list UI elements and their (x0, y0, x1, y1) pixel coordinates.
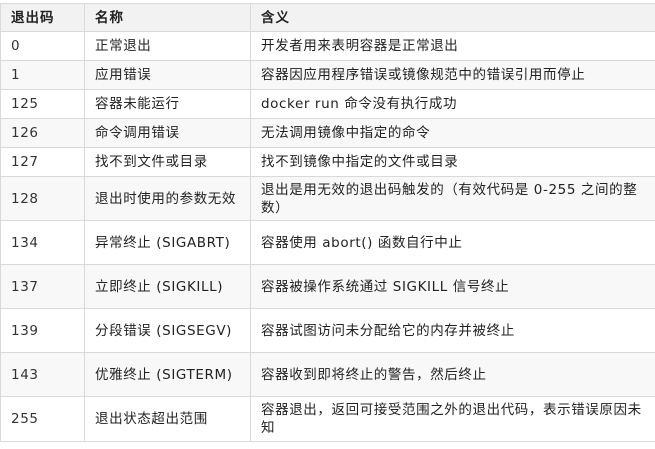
table-row: 143 优雅终止 (SIGTERM) 容器收到即将终止的警告，然后终止 (0, 352, 655, 397)
cell-meaning: 无法调用镜像中指定的命令 (250, 118, 655, 148)
header-name: 名称 (84, 3, 251, 32)
cell-exit-code: 1 (0, 60, 85, 90)
cell-name: 退出时使用的参数无效 (84, 176, 251, 221)
table-row: 139 分段错误 (SIGSEGV) 容器试图访问未分配给它的内存并被终止 (0, 308, 655, 353)
cell-exit-code: 125 (0, 89, 85, 119)
cell-meaning: 开发者用来表明容器是正常退出 (250, 31, 655, 61)
cell-name: 找不到文件或目录 (84, 147, 251, 177)
cell-exit-code: 127 (0, 147, 85, 177)
cell-name: 容器未能运行 (84, 89, 251, 119)
table-row: 127 找不到文件或目录 找不到镜像中指定的文件或目录 (0, 147, 655, 177)
cell-meaning: 容器收到即将终止的警告，然后终止 (250, 352, 655, 397)
cell-exit-code: 143 (0, 352, 85, 397)
header-meaning: 含义 (250, 3, 655, 32)
cell-exit-code: 137 (0, 264, 85, 309)
table-header-row: 退出码 名称 含义 (0, 3, 655, 32)
cell-meaning: 容器因应用程序错误或镜像规范中的错误引用而停止 (250, 60, 655, 90)
cell-name: 正常退出 (84, 31, 251, 61)
cell-name: 分段错误 (SIGSEGV) (84, 308, 251, 353)
table-row: 134 异常终止 (SIGABRT) 容器使用 abort() 函数自行中止 (0, 220, 655, 265)
cell-name: 优雅终止 (SIGTERM) (84, 352, 251, 397)
cell-exit-code: 0 (0, 31, 85, 61)
exit-code-table: 退出码 名称 含义 0 正常退出 开发者用来表明容器是正常退出 1 应用错误 容… (0, 3, 655, 442)
cell-meaning: 退出是用无效的退出码触发的（有效代码是 0-255 之间的整数） (250, 176, 655, 221)
table-row: 128 退出时使用的参数无效 退出是用无效的退出码触发的（有效代码是 0-255… (0, 176, 655, 221)
cell-meaning: 容器退出，返回可接受范围之外的退出代码，表示错误原因未知 (250, 396, 655, 442)
table-row: 1 应用错误 容器因应用程序错误或镜像规范中的错误引用而停止 (0, 60, 655, 90)
table-row: 255 退出状态超出范围 容器退出，返回可接受范围之外的退出代码，表示错误原因未… (0, 396, 655, 442)
cell-meaning: 找不到镜像中指定的文件或目录 (250, 147, 655, 177)
table-row: 126 命令调用错误 无法调用镜像中指定的命令 (0, 118, 655, 148)
cell-name: 命令调用错误 (84, 118, 251, 148)
cell-exit-code: 126 (0, 118, 85, 148)
cell-name: 退出状态超出范围 (84, 396, 251, 442)
cell-exit-code: 255 (0, 396, 85, 442)
table-row: 0 正常退出 开发者用来表明容器是正常退出 (0, 31, 655, 61)
table-row: 125 容器未能运行 docker run 命令没有执行成功 (0, 89, 655, 119)
header-exit-code: 退出码 (0, 3, 85, 32)
cell-meaning: 容器试图访问未分配给它的内存并被终止 (250, 308, 655, 353)
cell-name: 异常终止 (SIGABRT) (84, 220, 251, 265)
cell-name: 应用错误 (84, 60, 251, 90)
cell-meaning: 容器被操作系统通过 SIGKILL 信号终止 (250, 264, 655, 309)
table-row: 137 立即终止 (SIGKILL) 容器被操作系统通过 SIGKILL 信号终… (0, 264, 655, 309)
cell-exit-code: 128 (0, 176, 85, 221)
cell-meaning: 容器使用 abort() 函数自行中止 (250, 220, 655, 265)
cell-name: 立即终止 (SIGKILL) (84, 264, 251, 309)
cell-meaning: docker run 命令没有执行成功 (250, 89, 655, 119)
cell-exit-code: 134 (0, 220, 85, 265)
cell-exit-code: 139 (0, 308, 85, 353)
